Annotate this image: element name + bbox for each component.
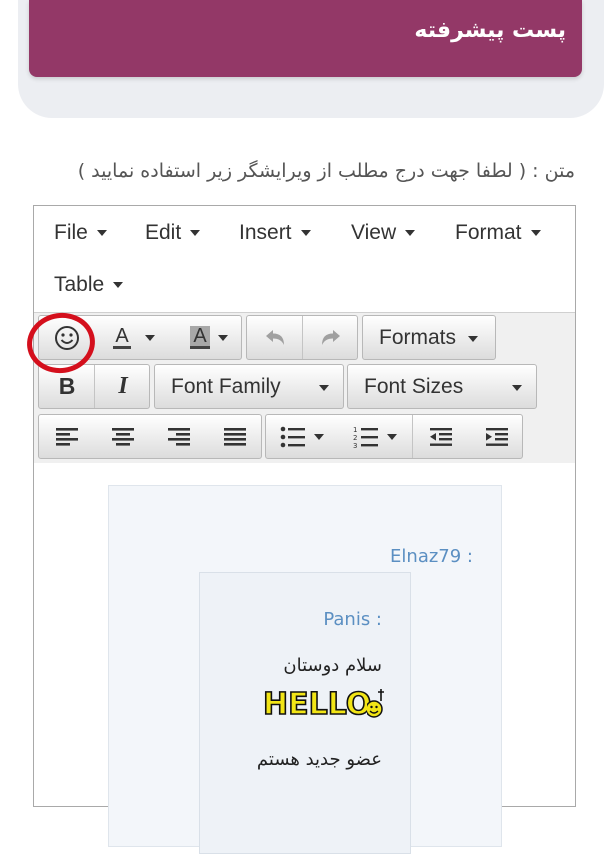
menu-table[interactable]: Table — [54, 273, 124, 297]
chevron-down-icon — [113, 282, 124, 289]
bullet-list-icon — [280, 426, 305, 447]
align-left-button[interactable] — [39, 415, 95, 458]
menu-insert-label: Insert — [239, 221, 292, 244]
background-color-button[interactable]: A — [175, 316, 243, 359]
font-family-dropdown[interactable]: Font Family — [154, 364, 344, 409]
svg-text:1: 1 — [353, 426, 357, 434]
message-greeting: سلام دوستان — [283, 655, 382, 676]
chevron-down-icon — [300, 230, 311, 237]
font-family-dropdown-label: Font Family — [171, 375, 281, 398]
page-title: پست پیشرفته — [414, 18, 566, 43]
waving-smiley-icon — [367, 689, 385, 718]
chevron-down-icon — [314, 433, 324, 440]
menu-view-label: View — [351, 221, 397, 244]
text-color-icon: A — [113, 325, 131, 349]
chevron-down-icon — [405, 230, 416, 237]
content-field-label: متن : ( لطفا جهت درج مطلب از ویرایشگر زی… — [77, 160, 575, 182]
numbered-list-button[interactable]: 1 2 3 — [338, 415, 412, 458]
chevron-down-icon — [190, 230, 201, 237]
background-color-icon: A — [190, 326, 210, 349]
chevron-down-icon — [96, 230, 107, 237]
chevron-down-icon — [530, 230, 541, 237]
menu-file-label: File — [54, 221, 88, 244]
quote-author-panis[interactable]: : Panis — [323, 609, 382, 630]
menu-format-label: Format — [455, 221, 522, 244]
align-center-button[interactable] — [95, 415, 151, 458]
svg-text:3: 3 — [353, 442, 357, 448]
outdent-icon — [430, 427, 452, 446]
quote-block-outer: : Elnaz79 : Panis سلام دوستان HELLO عضو … — [108, 485, 502, 854]
font-sizes-dropdown[interactable]: Font Sizes — [347, 364, 537, 409]
text-color-button[interactable]: A — [99, 316, 169, 359]
menu-view[interactable]: View — [351, 221, 416, 245]
hello-sticker: HELLO — [262, 686, 385, 723]
indent-button[interactable] — [469, 415, 524, 458]
undo-icon — [266, 329, 284, 345]
quote-author-elnaz79[interactable]: : Elnaz79 — [390, 546, 473, 567]
align-right-icon — [168, 427, 190, 446]
redo-button[interactable] — [303, 316, 359, 359]
align-right-button[interactable] — [151, 415, 207, 458]
menu-edit-label: Edit — [145, 221, 182, 244]
toolbar-group-history — [246, 315, 358, 360]
outdent-button[interactable] — [413, 415, 469, 458]
menu-format[interactable]: Format — [455, 221, 541, 245]
menu-insert[interactable]: Insert — [239, 221, 311, 245]
menu-table-label: Table — [54, 273, 105, 296]
toolbar-group-alignment — [38, 414, 262, 459]
redo-icon — [322, 329, 340, 345]
align-left-icon — [56, 427, 78, 446]
message-line-new-member: عضو جدید هستم — [256, 749, 382, 770]
menu-edit[interactable]: Edit — [145, 221, 201, 245]
chevron-down-icon — [387, 433, 397, 440]
formats-dropdown-label: Formats — [379, 326, 457, 349]
indent-icon — [485, 427, 508, 446]
undo-button[interactable] — [247, 316, 303, 359]
editor-content-area[interactable]: : Elnaz79 : Panis سلام دوستان HELLO عضو … — [34, 463, 575, 854]
bold-icon: B — [58, 373, 76, 399]
italic-icon: I — [118, 373, 128, 399]
editor-toolbar: A A Formats B I Font Family Font Sizes 1… — [34, 312, 575, 464]
align-justify-button[interactable] — [207, 415, 263, 458]
chevron-down-icon — [217, 334, 228, 341]
menu-file[interactable]: File — [54, 221, 107, 245]
page-header: پست پیشرفته — [29, 0, 582, 77]
rich-text-editor: File Edit Insert View Format Table A A F… — [33, 205, 576, 854]
toolbar-group-lists-indent: 1 2 3 — [265, 414, 523, 459]
quote-block-inner: : Panis سلام دوستان HELLO عضو جدید هستم — [199, 572, 411, 854]
align-justify-icon — [224, 427, 246, 446]
chevron-down-icon — [468, 336, 478, 342]
hello-sticker-text: HELLO — [262, 686, 372, 723]
numbered-list-icon: 1 2 3 — [353, 426, 378, 448]
chevron-down-icon — [144, 334, 155, 341]
align-center-icon — [112, 427, 134, 446]
chevron-down-icon — [319, 385, 329, 391]
chevron-down-icon — [512, 385, 522, 391]
bullet-list-button[interactable] — [266, 415, 338, 458]
italic-button[interactable]: I — [95, 365, 151, 408]
formats-dropdown[interactable]: Formats — [362, 315, 496, 360]
editor-menubar: File Edit Insert View Format Table — [34, 206, 575, 312]
svg-text:2: 2 — [353, 434, 357, 442]
font-sizes-dropdown-label: Font Sizes — [364, 375, 464, 398]
